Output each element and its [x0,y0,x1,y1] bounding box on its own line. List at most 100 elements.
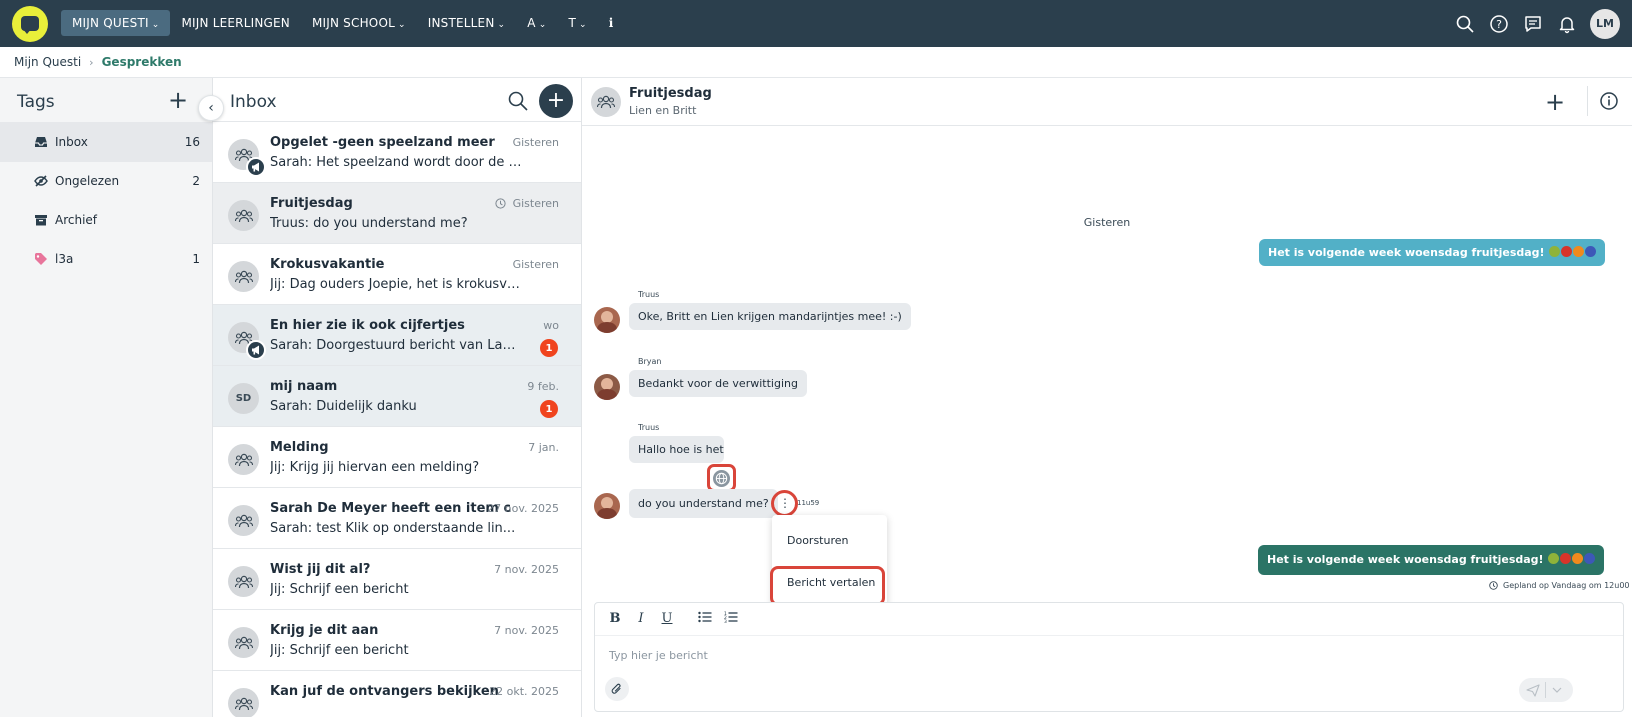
bell-icon[interactable] [1550,7,1584,41]
unread-badge: 1 [540,339,558,357]
inbox-panel: Inbox + Opgelet -geen speelzand meer Sara… [213,78,582,717]
conversation-date: wo [543,319,559,332]
chevron-right-icon: › [89,55,94,69]
numbered-list-icon[interactable]: 123 [723,611,739,627]
messages-icon[interactable] [1516,7,1550,41]
new-conversation-button[interactable]: + [539,84,573,118]
chat-participants: Lien en Britt [629,104,697,117]
chat-header: Fruitjesdag Lien en Britt + [582,78,1632,126]
sender-avatar [594,493,620,519]
add-participant-button[interactable]: + [1545,88,1565,116]
date-text: 7 jan. [528,441,559,454]
nav-mijn-questi[interactable]: MIJN QUESTI ⌄ [61,10,171,36]
message-bubble-incoming[interactable]: Oke, Britt en Lien krijgen mandarijntjes… [629,303,911,330]
italic-icon[interactable]: I [633,611,649,627]
search-icon[interactable] [1448,7,1482,41]
megaphone-icon [246,157,266,177]
message-sender: Truus [638,423,660,432]
tags-title: Tags [17,92,55,112]
conversation-snippet: Sarah: Duidelijk danku [270,399,417,414]
message-bubble-incoming[interactable]: do you understand me? [629,489,778,518]
conversation-item[interactable]: Fruitjesdag Truus: do you understand me? G… [213,182,581,244]
nav-mijn-leerlingen[interactable]: MIJN LEERLINGEN [170,10,300,36]
conversation-snippet: Sarah: Het speelzand wordt door de ge... [270,155,522,170]
conversation-item[interactable]: Melding Jij: Krijg jij hiervan een meldin… [213,426,581,488]
breadcrumb-current: Gesprekken [101,55,182,69]
conversation-snippet: Jij: Krijg jij hiervan een melding? [270,460,480,475]
nav-mijn-school[interactable]: MIJN SCHOOL ⌄ [301,10,417,36]
help-icon[interactable]: ? [1482,7,1516,41]
conversation-item[interactable]: SD mij naam Sarah: Duidelijk danku 9 feb. 1 [213,365,581,427]
conversation-item[interactable]: En hier zie ik ook cijfertjes Sarah: Door… [213,304,581,366]
nav-a[interactable]: A ⌄ [516,10,557,36]
info-icon[interactable] [1599,91,1619,115]
date-text: Gisteren [512,197,559,210]
tag-item-l3a[interactable]: l3a 1 [0,239,212,279]
conversation-item[interactable]: Opgelet -geen speelzand meer Sarah: Het s… [213,121,581,183]
message-bubble-outgoing[interactable]: Het is volgende week woensdag fruitjesda… [1259,239,1606,266]
chevron-down-icon: ⌄ [538,20,547,30]
group-icon [228,505,259,536]
clock-icon [494,198,506,209]
nav-label: T [568,16,576,30]
tag-item-inbox[interactable]: Inbox 16 [0,122,212,162]
user-avatar[interactable]: LM [1590,8,1620,39]
clock-icon [1489,581,1498,590]
eye-off-icon [34,175,48,187]
conversation-snippet: Truus: do you understand me? [270,216,468,231]
sender-avatar [594,307,620,333]
message-bubble-scheduled[interactable]: Het is volgende week woensdag fruitjesda… [1258,545,1605,575]
chat-title: Fruitjesdag [629,86,712,101]
bold-icon[interactable]: B [607,611,623,627]
conversation-snippet: Sarah: Doorgestuurd bericht van Las Timm… [270,338,522,353]
send-button[interactable] [1519,678,1573,702]
add-tag-button[interactable]: + [168,88,188,112]
chevron-left-icon: ‹ [208,100,214,116]
strawberry-emoji-icon [1560,553,1572,564]
questi-logo[interactable] [12,6,48,42]
conversation-title: Krokusvakantie [270,257,385,272]
breadcrumb-home-link[interactable]: Mijn Questi [14,55,81,69]
conversation-title: Sarah De Meyer heeft een item over... [270,501,510,516]
tag-label: l3a [55,252,74,266]
conversation-item[interactable]: Krijg je dit aan Jij: Schrijf een bericht… [213,609,581,671]
message-sender: Bryan [638,357,662,366]
collapse-sidebar-button[interactable]: ‹ [198,95,224,121]
nav-t[interactable]: T ⌄ [557,10,597,36]
message-text: do you understand me? [638,497,769,510]
conversation-title: Opgelet -geen speelzand meer [270,135,495,150]
conversation-title: Fruitjesdag [270,196,353,211]
menu-item-doorsturen[interactable]: Doorsturen [772,521,887,561]
message-text: Het is volgende week woensdag fruitjesda… [1268,246,1549,259]
message-composer: B I U 123 Typ hier je bericht [594,602,1624,712]
message-input[interactable]: Typ hier je bericht [609,649,708,662]
message-bubble-incoming[interactable]: Hallo hoe is het [629,436,724,463]
inbox-header: Inbox + [213,78,581,125]
underline-icon[interactable]: U [659,611,675,627]
nav-instellen[interactable]: INSTELLEN ⌄ [417,10,517,36]
paperclip-icon[interactable] [605,677,629,701]
conversation-item[interactable]: Wist jij dit al? Jij: Schrijf een bericht… [213,548,581,610]
kiwi-emoji-icon [1548,553,1560,564]
orange-emoji-icon [1572,553,1584,564]
search-icon[interactable] [507,90,529,116]
group-icon [228,444,259,475]
conversation-date: 22 okt. 2025 [489,685,559,698]
conversation-item[interactable]: Sarah De Meyer heeft een item over... Sar… [213,487,581,549]
message-bubble-incoming[interactable]: Bedankt voor de verwittiging [629,370,807,397]
chevron-down-icon[interactable] [1552,687,1562,693]
date-text: 22 okt. 2025 [489,685,559,698]
conversation-item[interactable]: Krokusvakantie Jij: Dag ouders Joepie, he… [213,243,581,305]
send-divider [1545,682,1546,698]
conversation-item[interactable]: Kan juf de ontvangers bekijken 22 okt. 20… [213,670,581,717]
tag-item-archief[interactable]: Archief [0,200,212,240]
bullet-list-icon[interactable] [697,611,713,627]
conversation-title: En hier zie ik ook cijfertjes [270,318,465,333]
highlight-options-button [771,490,798,517]
chevron-down-icon: ⌄ [397,20,406,30]
group-icon [228,688,259,717]
info-icon[interactable]: i [598,10,625,36]
group-icon [228,627,259,658]
tag-item-ongelezen[interactable]: Ongelezen 2 [0,161,212,201]
date-text: 27 nov. 2025 [487,502,559,515]
